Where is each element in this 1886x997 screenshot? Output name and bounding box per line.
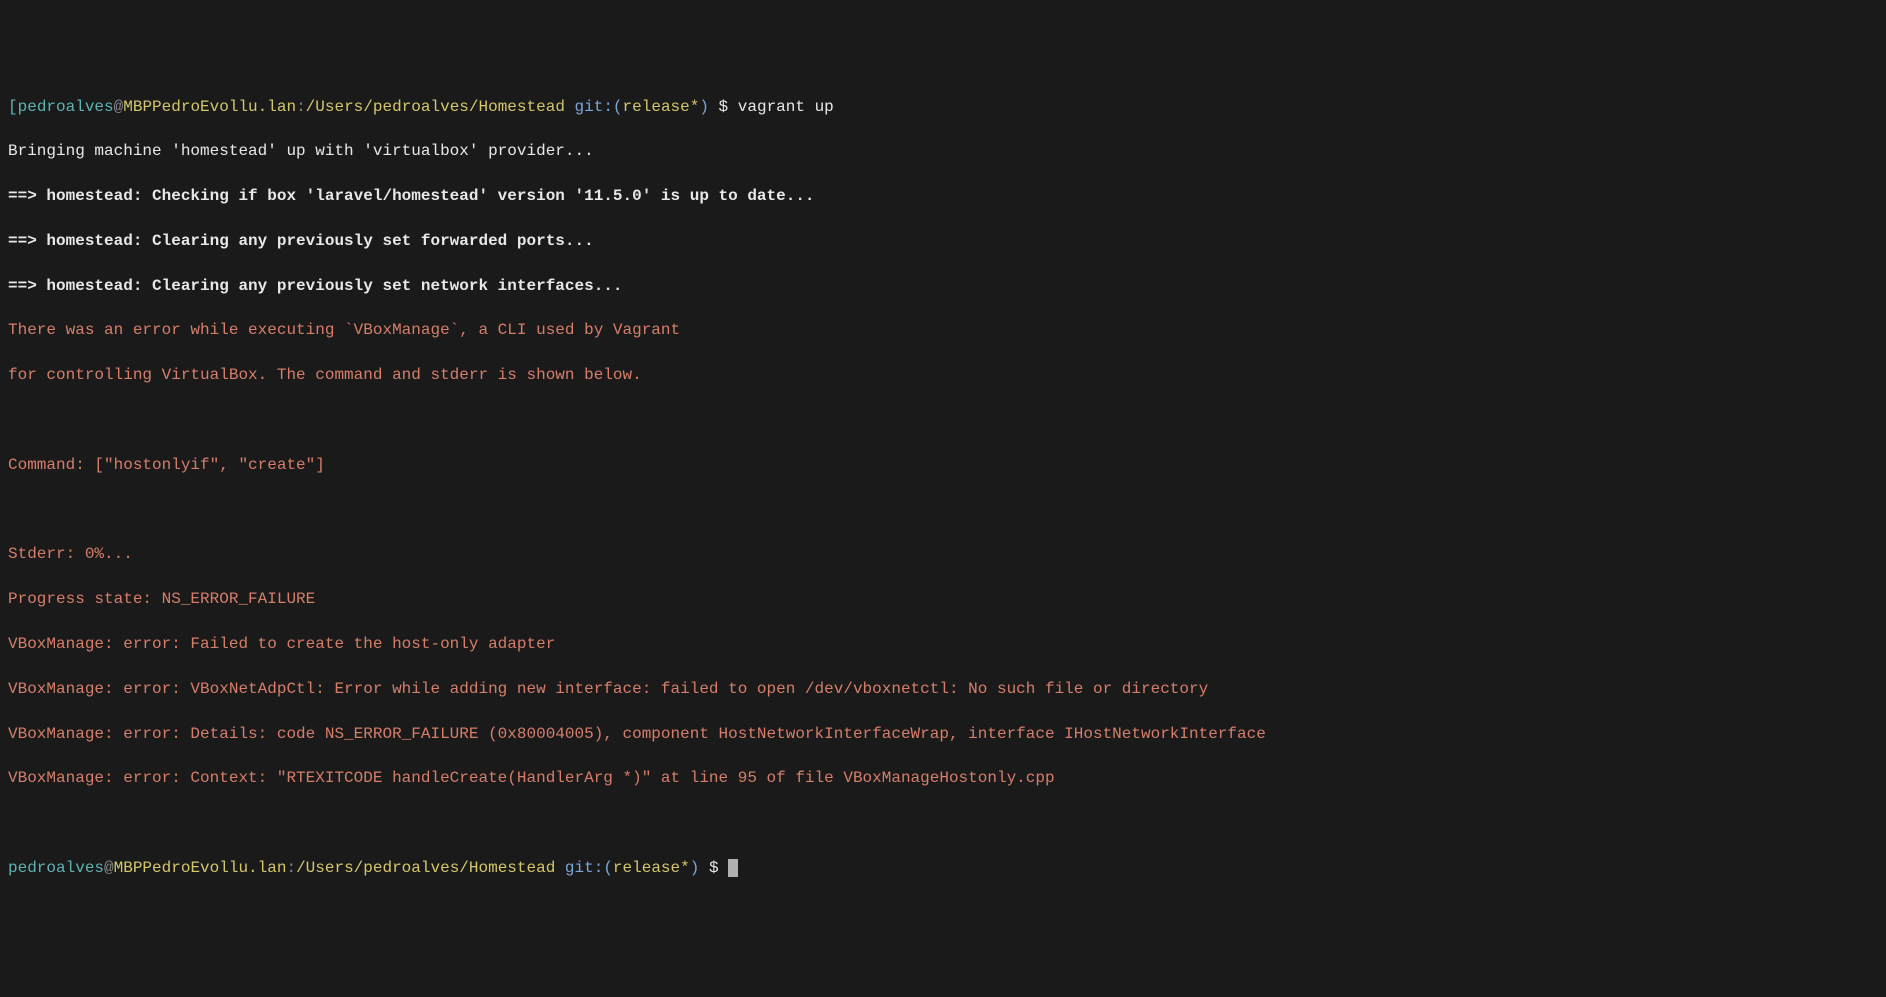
bracket-open: [: [8, 98, 18, 116]
prompt-path: /Users/pedroalves/Homestead: [296, 859, 555, 877]
prompt-colon: :: [296, 98, 306, 116]
prompt-at: @: [104, 859, 114, 877]
prompt-colon: :: [286, 859, 296, 877]
prompt-git-branch: release*: [623, 98, 700, 116]
output-line: ==> homestead: Clearing any previously s…: [8, 230, 1878, 252]
prompt-user: pedroalves: [8, 859, 104, 877]
error-line: for controlling VirtualBox. The command …: [8, 364, 1878, 386]
prompt-git-label: git:(: [555, 859, 613, 877]
prompt-host: MBPPedroEvollu.lan: [114, 859, 287, 877]
prompt-git-close: ): [690, 859, 700, 877]
error-line: VBoxManage: error: Failed to create the …: [8, 633, 1878, 655]
prompt-dollar: $: [709, 98, 738, 116]
output-line: ==> homestead: Checking if box 'laravel/…: [8, 185, 1878, 207]
error-line: VBoxManage: error: Details: code NS_ERRO…: [8, 723, 1878, 745]
command-text: vagrant up: [738, 98, 834, 116]
error-line: Stderr: 0%...: [8, 543, 1878, 565]
cursor-icon[interactable]: [728, 859, 738, 877]
prompt-line-2[interactable]: pedroalves@MBPPedroEvollu.lan:/Users/ped…: [8, 857, 1878, 879]
blank-line: [8, 409, 1878, 431]
blank-line: [8, 499, 1878, 521]
prompt-dollar: $: [699, 859, 728, 877]
prompt-user: pedroalves: [18, 98, 114, 116]
prompt-line-1: [pedroalves@MBPPedroEvollu.lan:/Users/pe…: [8, 96, 1878, 118]
output-line: ==> homestead: Clearing any previously s…: [8, 275, 1878, 297]
error-line: VBoxManage: error: Context: "RTEXITCODE …: [8, 767, 1878, 789]
prompt-at: @: [114, 98, 124, 116]
error-line: There was an error while executing `VBox…: [8, 319, 1878, 341]
error-line: VBoxManage: error: VBoxNetAdpCtl: Error …: [8, 678, 1878, 700]
output-line: Bringing machine 'homestead' up with 'vi…: [8, 140, 1878, 162]
prompt-path: /Users/pedroalves/Homestead: [306, 98, 565, 116]
prompt-git-branch: release*: [613, 859, 690, 877]
prompt-git-close: ): [699, 98, 709, 116]
prompt-host: MBPPedroEvollu.lan: [123, 98, 296, 116]
prompt-git-label: git:(: [565, 98, 623, 116]
error-line: Progress state: NS_ERROR_FAILURE: [8, 588, 1878, 610]
error-line: Command: ["hostonlyif", "create"]: [8, 454, 1878, 476]
blank-line: [8, 812, 1878, 834]
